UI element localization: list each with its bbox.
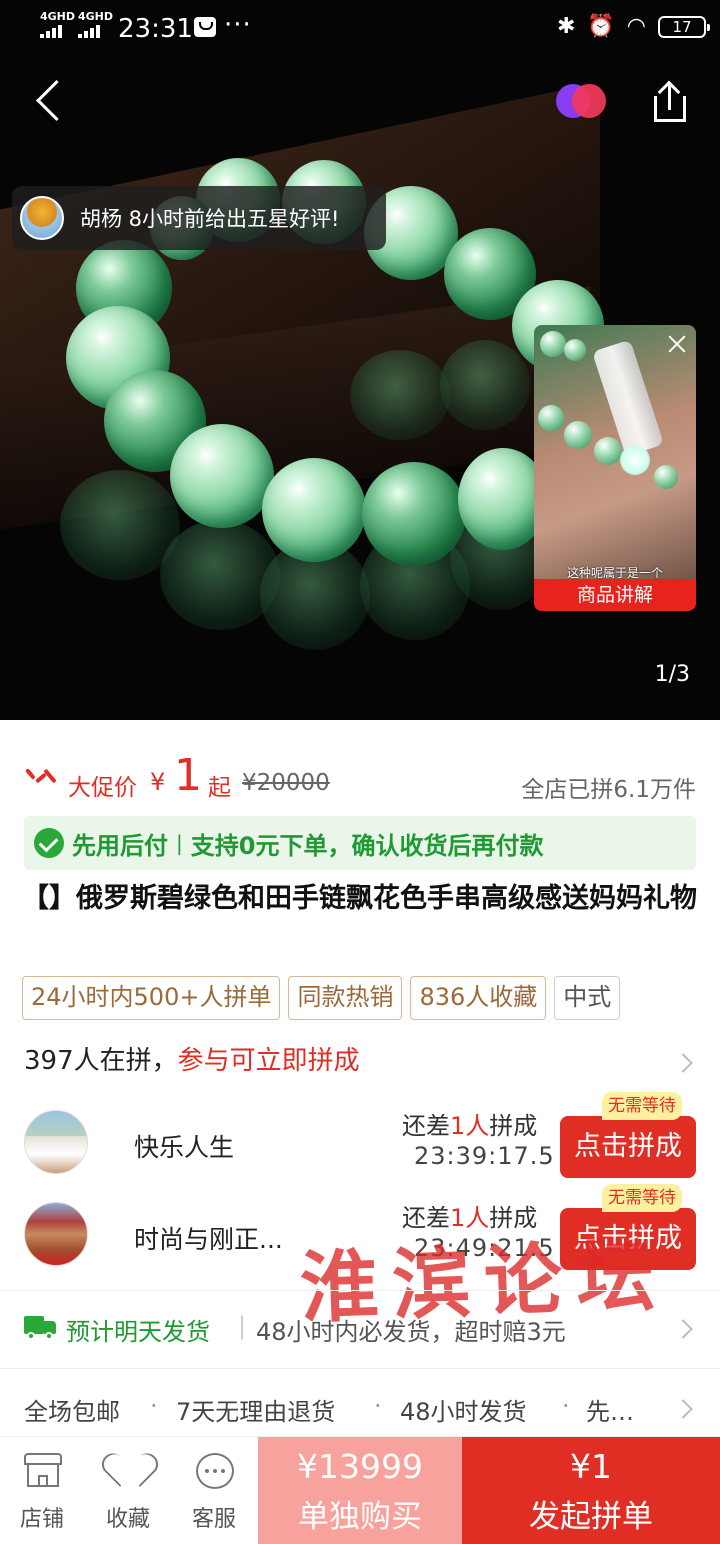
jade-bead	[362, 462, 466, 566]
alarm-icon: ⏰	[587, 14, 615, 39]
divider	[0, 1290, 720, 1291]
chevron-right-icon	[673, 1399, 693, 1419]
divider	[0, 1368, 720, 1369]
product-title: 【】俄罗斯碧绿色和田手链飘花色手串高级感送妈妈礼物	[22, 883, 697, 914]
pay-later-icon	[34, 828, 64, 858]
clock: 23:31	[118, 14, 193, 44]
group-buy-header[interactable]: 397人在拼，参与可立即拼成	[24, 1040, 696, 1086]
shipping-detail: 48小时内必发货，超时赔3元	[256, 1318, 566, 1346]
group-leader-name: 快乐人生	[134, 1133, 235, 1162]
truck-icon	[24, 1316, 58, 1340]
service-item: 48小时发货	[400, 1398, 527, 1426]
close-icon[interactable]	[666, 333, 688, 355]
start-group-buy-button[interactable]: ¥1 发起拼单	[462, 1437, 720, 1544]
tag: 836人收藏	[410, 976, 547, 1020]
countdown-timer: 23:39:17.5	[414, 1142, 555, 1170]
store-button[interactable]: 店铺	[0, 1437, 84, 1544]
back-button[interactable]	[30, 80, 70, 124]
shipping-row[interactable]: 预计明天发货 | 48小时内必发货，超时赔3元	[24, 1310, 696, 1350]
original-price: ¥20000	[242, 770, 330, 796]
favorite-button[interactable]: 收藏	[86, 1437, 170, 1544]
video-label: 商品讲解	[534, 579, 696, 611]
group-row: 快乐人生 还差1人拼成 23:39:17.5 点击拼成 无需等待	[24, 1092, 696, 1178]
signal-icon: 4GHD	[78, 11, 113, 38]
product-image-carousel[interactable]: 4GHD 4GHD 23:31 ··· ✱ ⏰ ◠ 17 胡杨 8小时前给出五星…	[0, 0, 720, 720]
battery-icon: 17	[658, 15, 710, 38]
bottom-action-bar: 店铺 收藏 客服 ¥13999 单独购买 ¥1 发起拼单	[0, 1436, 720, 1544]
product-tags: 24小时内500+人拼单 同款热销 836人收藏 中式	[22, 976, 621, 1020]
group-need: 还差1人拼成	[402, 1112, 538, 1140]
service-item: 7天无理由退货	[176, 1398, 336, 1426]
reviewer-avatar	[20, 196, 64, 240]
status-bar: 4GHD 4GHD 23:31 ··· ✱ ⏰ ◠ 17	[0, 0, 720, 58]
share-button[interactable]	[650, 80, 690, 124]
more-notifications-icon: ···	[224, 10, 252, 40]
wifi-icon: ◠	[626, 14, 646, 39]
tag: 中式	[554, 976, 621, 1020]
message-icon	[194, 17, 216, 37]
chevron-right-icon	[673, 1053, 693, 1073]
buy-alone-button[interactable]: ¥13999 单独购买	[258, 1437, 462, 1544]
shipping-estimate: 预计明天发货	[66, 1318, 210, 1346]
avatar	[24, 1110, 88, 1174]
customer-service-button[interactable]: 客服	[172, 1437, 256, 1544]
price-drop-icon	[24, 764, 58, 790]
price-row: 大促价 ¥ 1 起 ¥20000 全店已拼6.1万件	[24, 750, 696, 803]
heart-icon	[110, 1455, 148, 1489]
app-logo-icon[interactable]	[556, 84, 608, 118]
service-item: 先…	[586, 1398, 634, 1426]
pay-later-banner[interactable]: 先用后付 | 支持0元下单，确认收货后再付款	[24, 816, 696, 870]
product-video-card[interactable]: 这种呢属于是一个 商品讲解	[534, 325, 696, 611]
store-icon	[24, 1453, 62, 1489]
chat-icon	[196, 1453, 234, 1489]
tag: 24小时内500+人拼单	[22, 976, 281, 1020]
current-price: 1	[174, 750, 202, 801]
group-leader-name: 时尚与刚正...	[134, 1225, 283, 1254]
signal-icon: 4GHD	[40, 11, 75, 38]
tag: 同款热销	[288, 976, 403, 1020]
service-guarantees-row[interactable]: 全场包邮 · 7天无理由退货 · 48小时发货 · 先…	[24, 1390, 696, 1430]
avatar	[24, 1202, 88, 1266]
sold-count: 全店已拼6.1万件	[521, 777, 696, 803]
chevron-right-icon	[673, 1319, 693, 1339]
image-pager: 1/3	[654, 662, 690, 687]
review-toast: 胡杨 8小时前给出五星好评!	[12, 186, 386, 250]
service-item: 全场包邮	[24, 1398, 120, 1426]
bluetooth-icon: ✱	[556, 14, 576, 39]
jade-bead	[170, 424, 274, 528]
no-wait-badge: 无需等待	[602, 1092, 682, 1120]
jade-bead	[262, 458, 366, 562]
no-wait-badge: 无需等待	[602, 1184, 682, 1212]
promo-price-label: 大促价	[68, 775, 137, 801]
join-group-button[interactable]: 点击拼成	[560, 1116, 696, 1178]
